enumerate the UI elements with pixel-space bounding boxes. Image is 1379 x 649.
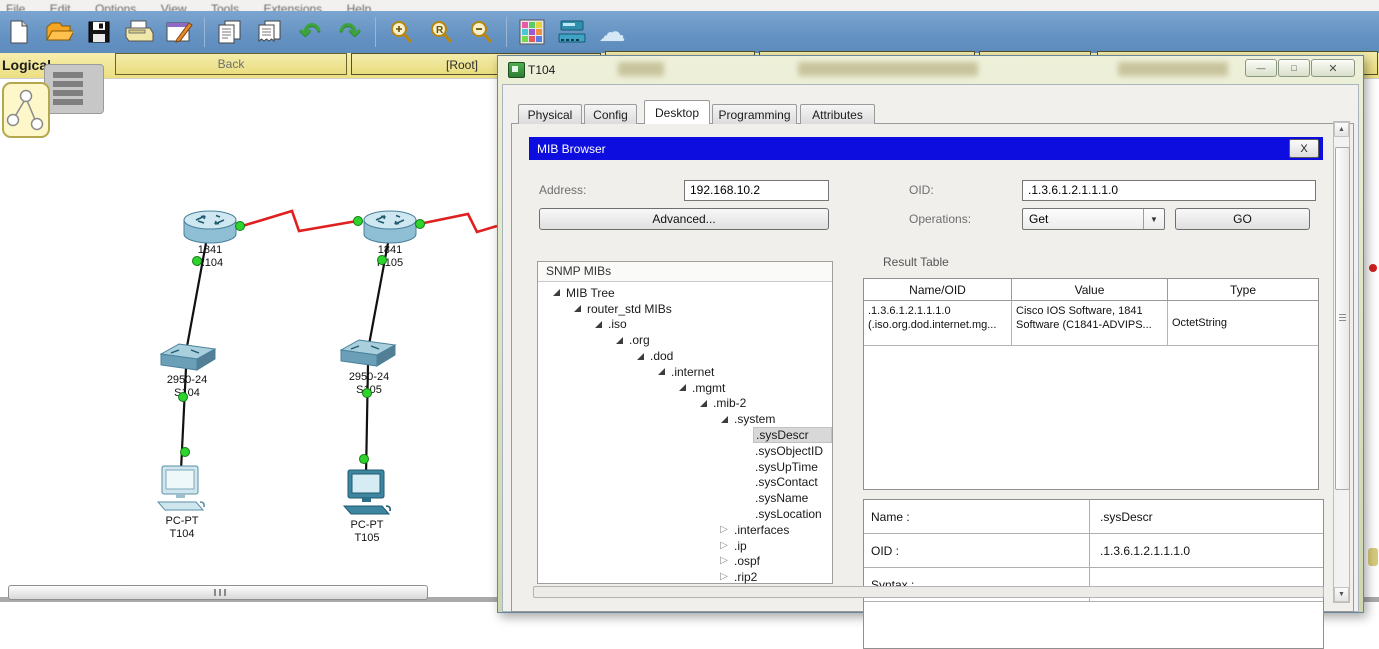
serial-link-sliver: [1369, 264, 1377, 272]
router-r104[interactable]: [182, 208, 238, 246]
oid-label: OID:: [909, 183, 934, 197]
tree-item-ospf[interactable]: ▷.ospf: [538, 554, 832, 570]
switch-s105-label: 2950-24S105: [327, 371, 411, 397]
dialog-titlebar[interactable]: T104 — □ ✕: [498, 56, 1363, 84]
go-button[interactable]: GO: [1175, 208, 1310, 230]
operations-select[interactable]: Get ▼: [1022, 208, 1165, 230]
tab-desktop[interactable]: Desktop: [644, 100, 710, 124]
tree-item-sysuptime[interactable]: .sysUpTime: [538, 459, 832, 475]
router-r105[interactable]: [362, 208, 418, 246]
detail-value: .1.3.6.1.2.1.1.1.0: [1090, 534, 1323, 567]
operations-selected-value: Get: [1023, 212, 1143, 226]
tree-item-mib-tree[interactable]: MIB Tree: [538, 285, 832, 301]
tree-item-router-std-mibs[interactable]: router_std MIBs: [538, 301, 832, 317]
tree-item-mgmt[interactable]: .mgmt: [538, 380, 832, 396]
detail-row-oid: OID : .1.3.6.1.2.1.1.1.0: [864, 534, 1323, 568]
detail-label: Name :: [864, 500, 1090, 533]
mib-bottom-strip: [533, 586, 1324, 598]
packet-tracer-screen: { "menu": { "items": [ {"label": "File"}…: [0, 0, 1379, 602]
pc-t105-label: PC-PTT105: [325, 519, 409, 545]
tree-item-ip[interactable]: ▷.ip: [538, 538, 832, 554]
tab-physical[interactable]: Physical: [518, 104, 582, 124]
address-label: Address:: [539, 183, 586, 197]
tree-item-iso[interactable]: .iso: [538, 317, 832, 333]
tree-item-interfaces[interactable]: ▷.interfaces: [538, 522, 832, 538]
router-r104-label: 1841R104: [168, 244, 252, 270]
address-input[interactable]: 192.168.10.2: [684, 180, 829, 201]
minimize-button[interactable]: —: [1245, 59, 1277, 77]
tree-item-system[interactable]: .system: [538, 411, 832, 427]
mib-tree: MIB Tree router_std MIBs .iso .org .dod …: [538, 282, 832, 585]
mib-browser-titlebar: MIB Browser: [529, 137, 1323, 160]
result-row[interactable]: .1.3.6.1.2.1.1.1.0(.iso.org.dod.internet…: [864, 301, 1318, 346]
result-type-cell: OctetString: [1168, 301, 1318, 345]
pc-t104-label: PC-PTT104: [140, 515, 224, 541]
glass-blur-artifact: [1118, 62, 1228, 76]
detail-label: OID :: [864, 534, 1090, 567]
advanced-button[interactable]: Advanced...: [539, 208, 829, 230]
tab-attributes[interactable]: Attributes: [800, 104, 875, 124]
scroll-down-arrow[interactable]: ▼: [1334, 587, 1349, 602]
result-name-oid-cell: .1.3.6.1.2.1.1.1.0(.iso.org.dod.internet…: [864, 301, 1012, 345]
glass-blur-artifact: [618, 62, 664, 76]
scrollbar-thumb[interactable]: [1335, 147, 1350, 490]
tab-config[interactable]: Config: [584, 104, 637, 124]
tree-item-mib-2[interactable]: .mib-2: [538, 396, 832, 412]
router-r105-label: 1841R105: [348, 244, 432, 270]
oid-details-table: Name : .sysDescr OID : .1.3.6.1.2.1.1.1.…: [863, 499, 1324, 649]
switch-s105[interactable]: [337, 336, 399, 370]
maximize-button[interactable]: □: [1278, 59, 1310, 77]
chevron-down-icon: ▼: [1143, 209, 1164, 229]
tree-item-sysdescr[interactable]: .sysDescr: [538, 427, 832, 443]
detail-value: .sysDescr: [1090, 500, 1323, 533]
mib-browser-title: MIB Browser: [529, 142, 606, 156]
result-table-label: Result Table: [883, 255, 949, 269]
switch-s104[interactable]: [157, 340, 219, 374]
tree-item-syscontact[interactable]: .sysContact: [538, 475, 832, 491]
tree-item-dod[interactable]: .dod: [538, 348, 832, 364]
switch-s104-label: 2950-24S104: [145, 374, 229, 400]
pc-t104[interactable]: [156, 464, 208, 514]
tree-item-sysname[interactable]: .sysName: [538, 490, 832, 506]
device-dialog-icon: [508, 62, 525, 78]
detail-row-name: Name : .sysDescr: [864, 500, 1323, 534]
scrollbar-grip: [1339, 314, 1346, 323]
tree-item-org[interactable]: .org: [538, 332, 832, 348]
scroll-up-arrow[interactable]: ▲: [1334, 122, 1349, 137]
device-dialog-t104: T104 — □ ✕ Physical Config Desktop Progr…: [497, 55, 1364, 613]
result-table[interactable]: Name/OID Value Type .1.3.6.1.2.1.1.1.0(.…: [863, 278, 1319, 490]
tree-item-internet[interactable]: .internet: [538, 364, 832, 380]
column-name-oid[interactable]: Name/OID: [864, 279, 1012, 300]
result-table-header: Name/OID Value Type: [864, 279, 1318, 301]
snmp-mib-tree-panel: SNMP MIBs MIB Tree router_std MIBs .iso …: [537, 261, 833, 584]
oid-input[interactable]: .1.3.6.1.2.1.1.1.0: [1022, 180, 1316, 201]
tree-item-syslocation[interactable]: .sysLocation: [538, 506, 832, 522]
operations-label: Operations:: [909, 212, 971, 226]
result-value-cell: Cisco IOS Software, 1841Software (C1841-…: [1012, 301, 1168, 345]
tree-item-sysobjectid[interactable]: .sysObjectID: [538, 443, 832, 459]
close-button[interactable]: ✕: [1311, 59, 1355, 77]
tab-programming[interactable]: Programming: [712, 104, 797, 124]
dialog-vertical-scrollbar[interactable]: ▲ ▼: [1333, 121, 1350, 603]
mib-close-button[interactable]: X: [1289, 139, 1319, 158]
pc-t105[interactable]: [342, 468, 394, 518]
dialog-title: T104: [528, 63, 555, 77]
column-value[interactable]: Value: [1012, 279, 1168, 300]
tree-item-rip2[interactable]: ▷.rip2: [538, 569, 832, 585]
column-type[interactable]: Type: [1168, 279, 1318, 300]
tree-header: SNMP MIBs: [538, 262, 832, 282]
device-sliver: [1368, 548, 1378, 566]
glass-blur-artifact: [798, 62, 978, 76]
